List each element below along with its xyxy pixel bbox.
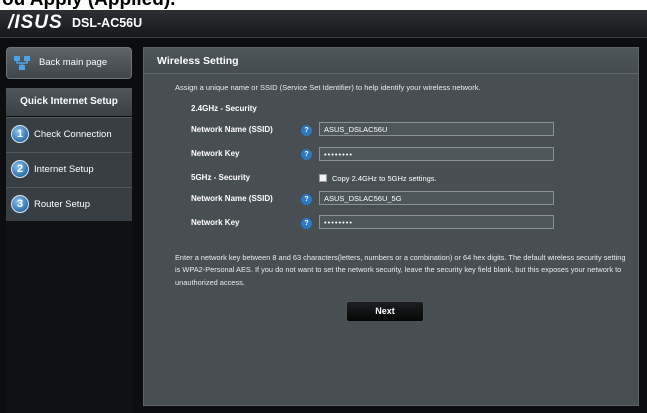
help-icon[interactable]: ?	[301, 125, 312, 136]
key-5-input[interactable]	[319, 215, 554, 229]
model-name: DSL-AC56U	[72, 16, 143, 30]
ssid-2-4-input[interactable]	[319, 122, 554, 136]
section-2-4ghz: 2.4GHz - Security	[191, 104, 257, 113]
nav-filler	[6, 221, 132, 413]
next-button[interactable]: Next	[346, 301, 424, 322]
key-2-4-label: Network Key	[191, 149, 240, 158]
step-internet-setup[interactable]: 2 Internet Setup	[6, 152, 132, 186]
router-header: /ISUS DSL-AC56U	[0, 10, 647, 38]
step-3-icon: 3	[11, 195, 29, 213]
network-icon	[13, 55, 31, 76]
back-main-page-label: Back main page	[39, 57, 108, 68]
step-label: Router Setup	[34, 199, 90, 210]
quick-internet-setup-title: Quick Internet Setup	[6, 88, 132, 116]
step-label: Internet Setup	[34, 164, 94, 175]
intro-text: Assign a unique name or SSID (Service Se…	[175, 83, 481, 92]
step-check-connection[interactable]: 1 Check Connection	[6, 117, 132, 151]
key-2-4-input[interactable]	[319, 147, 554, 161]
help-icon[interactable]: ?	[301, 218, 312, 229]
back-main-page-button[interactable]: Back main page	[6, 47, 132, 79]
key-5-label: Network Key	[191, 218, 240, 227]
caption-text: ou Apply (Applied).	[2, 0, 175, 10]
ssid-2-4-label: Network Name (SSID)	[191, 125, 273, 134]
step-1-icon: 1	[11, 125, 29, 143]
ssid-5-label: Network Name (SSID)	[191, 194, 273, 203]
ssid-5-input[interactable]	[319, 191, 554, 205]
asus-logo: /ISUS	[8, 12, 63, 33]
panel-title-bar: Wireless Setting	[144, 48, 638, 74]
section-5ghz: 5GHz - Security	[191, 173, 251, 182]
step-label: Check Connection	[34, 129, 112, 140]
wireless-setting-panel: Wireless Setting Assign a unique name or…	[143, 47, 639, 406]
copy-settings-label: Copy 2.4GHz to 5GHz settings.	[332, 174, 437, 183]
help-icon[interactable]: ?	[301, 194, 312, 205]
document-caption: ou Apply (Applied).	[0, 0, 647, 10]
step-2-icon: 2	[11, 160, 29, 178]
page-title: Wireless Setting	[157, 55, 239, 67]
security-note: Enter a network key between 8 and 63 cha…	[175, 253, 626, 287]
copy-settings-checkbox[interactable]	[319, 174, 327, 182]
step-router-setup[interactable]: 3 Router Setup	[6, 187, 132, 221]
help-icon[interactable]: ?	[301, 149, 312, 160]
setup-steps: 1 Check Connection 2 Internet Setup 3 Ro…	[6, 117, 132, 221]
